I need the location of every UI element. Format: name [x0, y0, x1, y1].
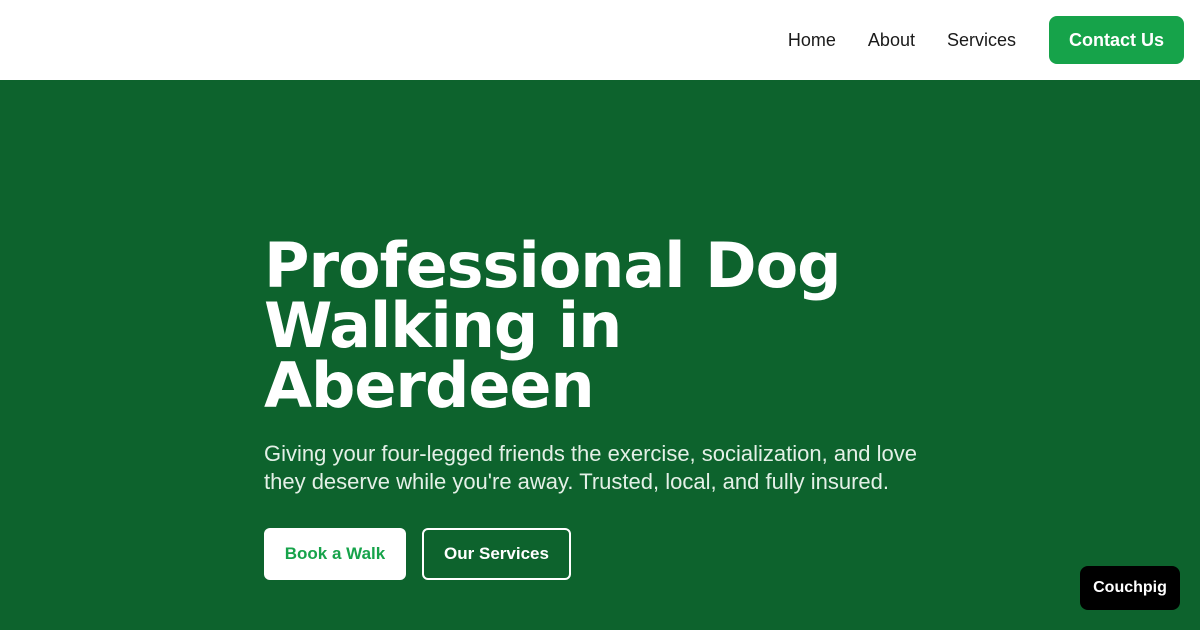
hero-subtitle: Giving your four-legged friends the exer…: [264, 441, 918, 494]
site-header: Home About Services Contact Us: [0, 0, 1200, 80]
hero-section: Professional Dog Walking in Aberdeen Giv…: [0, 80, 1200, 630]
book-a-walk-button[interactable]: Book a Walk: [264, 528, 406, 580]
couchpig-badge[interactable]: Couchpig: [1080, 566, 1180, 610]
hero-buttons: Book a Walk Our Services: [264, 528, 944, 580]
contact-us-button[interactable]: Contact Us: [1049, 16, 1184, 64]
nav-link-home[interactable]: Home: [788, 30, 836, 51]
main-nav: Home About Services: [788, 0, 1016, 80]
nav-link-services[interactable]: Services: [947, 30, 1016, 51]
hero-content: Professional Dog Walking in Aberdeen Giv…: [264, 229, 944, 580]
nav-link-about[interactable]: About: [868, 30, 915, 51]
our-services-button[interactable]: Our Services: [422, 528, 571, 580]
hero-title: Professional Dog Walking in Aberdeen: [264, 229, 842, 422]
